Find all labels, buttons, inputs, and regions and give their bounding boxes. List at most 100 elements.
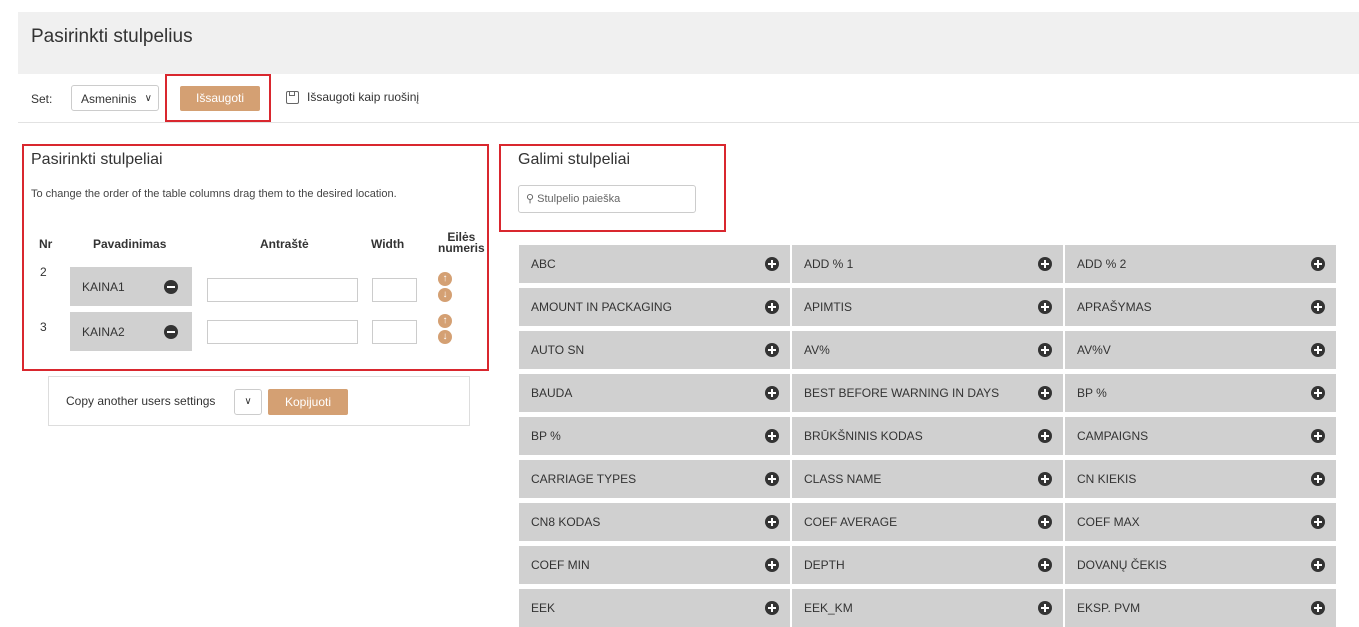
page-title: Pasirinkti stulpelius [31, 26, 193, 47]
available-column-label: EEK [531, 601, 556, 615]
available-column-chip[interactable]: AMOUNT IN PACKAGING [519, 288, 790, 326]
available-column-chip[interactable]: EKSP. PVM [1065, 589, 1336, 627]
available-column-chip[interactable]: BRŪKŠNINIS KODAS [792, 417, 1063, 455]
plus-circle-icon[interactable] [1038, 515, 1052, 529]
plus-circle-icon[interactable] [1038, 343, 1052, 357]
available-column-chip[interactable]: BP % [1065, 374, 1336, 412]
plus-circle-icon[interactable] [765, 300, 779, 314]
plus-circle-icon[interactable] [1311, 386, 1325, 400]
highlight-save [165, 74, 271, 122]
available-column-chip[interactable]: BAUDA [519, 374, 790, 412]
plus-circle-icon[interactable] [765, 515, 779, 529]
available-column-label: EEK_KM [804, 601, 853, 615]
available-column-label: BAUDA [531, 386, 573, 400]
column-width-input[interactable] [372, 320, 417, 344]
available-column-chip[interactable]: CARRIAGE TYPES [519, 460, 790, 498]
available-column-label: AMOUNT IN PACKAGING [531, 300, 672, 314]
selected-column-chip[interactable]: KAINA2 [70, 312, 192, 351]
set-select[interactable]: Asmeninis ∨ [71, 85, 159, 111]
plus-circle-icon[interactable] [765, 386, 779, 400]
arrow-up-circle-icon[interactable]: ↑ [438, 314, 452, 328]
plus-circle-icon[interactable] [765, 257, 779, 271]
column-title-input[interactable] [207, 320, 358, 344]
available-column-label: BEST BEFORE WARNING IN DAYS [804, 386, 1000, 400]
minus-circle-icon[interactable] [164, 280, 178, 294]
title-bar: Pasirinkti stulpelius [18, 12, 1359, 72]
plus-circle-icon[interactable] [1038, 472, 1052, 486]
plus-circle-icon[interactable] [1311, 429, 1325, 443]
plus-circle-icon[interactable] [1311, 472, 1325, 486]
available-column-chip[interactable]: COEF MAX [1065, 503, 1336, 541]
save-as-label: Išsaugoti kaip ruošinį [307, 90, 420, 104]
copy-settings-box: Copy another users settings ∨ Kopijuoti [48, 376, 470, 426]
available-column-chip[interactable]: AV% [792, 331, 1063, 369]
available-column-chip[interactable]: ADD % 2 [1065, 245, 1336, 283]
arrow-up-circle-icon[interactable]: ↑ [438, 272, 452, 286]
available-column-chip[interactable]: BEST BEFORE WARNING IN DAYS [792, 374, 1063, 412]
available-column-chip[interactable]: DEPTH [792, 546, 1063, 584]
available-column-chip[interactable]: COEF AVERAGE [792, 503, 1063, 541]
plus-circle-icon[interactable] [1311, 257, 1325, 271]
available-column-chip[interactable]: CN8 KODAS [519, 503, 790, 541]
available-column-chip[interactable]: CN KIEKIS [1065, 460, 1336, 498]
save-as-template-link[interactable]: Išsaugoti kaip ruošinį [286, 90, 419, 104]
plus-circle-icon[interactable] [765, 558, 779, 572]
column-width-input[interactable] [372, 278, 417, 302]
plus-circle-icon[interactable] [1311, 515, 1325, 529]
row-nr: 3 [40, 320, 47, 334]
plus-circle-icon[interactable] [1038, 257, 1052, 271]
available-column-chip[interactable]: APIMTIS [792, 288, 1063, 326]
header-order: Eilės numeris [438, 231, 485, 255]
plus-circle-icon[interactable] [1038, 429, 1052, 443]
plus-circle-icon[interactable] [1311, 300, 1325, 314]
plus-circle-icon[interactable] [1311, 601, 1325, 615]
available-column-label: BRŪKŠNINIS KODAS [804, 429, 923, 443]
available-column-label: AUTO SN [531, 343, 585, 357]
available-column-label: CN KIEKIS [1077, 472, 1137, 486]
available-column-label: DEPTH [804, 558, 845, 572]
row-nr: 2 [40, 265, 47, 279]
plus-circle-icon[interactable] [1311, 343, 1325, 357]
plus-circle-icon[interactable] [1038, 300, 1052, 314]
copy-button[interactable]: Kopijuoti [268, 389, 348, 415]
selected-column-name: KAINA2 [82, 325, 125, 339]
available-column-label: CLASS NAME [804, 472, 882, 486]
available-column-chip[interactable]: DOVANŲ ČEKIS [1065, 546, 1336, 584]
available-column-chip[interactable]: CAMPAIGNS [1065, 417, 1336, 455]
plus-circle-icon[interactable] [765, 343, 779, 357]
available-column-chip[interactable]: BP % [519, 417, 790, 455]
plus-circle-icon[interactable] [1038, 601, 1052, 615]
selected-columns-title: Pasirinkti stulpeliai [31, 151, 163, 168]
plus-circle-icon[interactable] [1038, 558, 1052, 572]
available-column-chip[interactable]: ADD % 1 [792, 245, 1063, 283]
plus-circle-icon[interactable] [765, 472, 779, 486]
copy-settings-label: Copy another users settings [66, 394, 216, 408]
available-column-chip[interactable]: CLASS NAME [792, 460, 1063, 498]
available-column-label: APIMTIS [804, 300, 853, 314]
available-column-label: CN8 KODAS [531, 515, 601, 529]
plus-circle-icon[interactable] [1038, 386, 1052, 400]
header-order-line2: numeris [438, 241, 485, 255]
available-column-chip[interactable]: EEK [519, 589, 790, 627]
available-column-chip[interactable]: EEK_KM [792, 589, 1063, 627]
available-column-label: ADD % 2 [1077, 257, 1127, 271]
arrow-down-circle-icon[interactable]: ↓ [438, 330, 452, 344]
available-column-chip[interactable]: ABC [519, 245, 790, 283]
selected-column-chip[interactable]: KAINA1 [70, 267, 192, 306]
set-select-value: Asmeninis [81, 92, 137, 106]
available-column-chip[interactable]: AUTO SN [519, 331, 790, 369]
available-column-chip[interactable]: APRAŠYMAS [1065, 288, 1336, 326]
arrow-down-circle-icon[interactable]: ↓ [438, 288, 452, 302]
column-title-input[interactable] [207, 278, 358, 302]
available-column-label: COEF MAX [1077, 515, 1140, 529]
header-nr: Nr [39, 237, 53, 251]
column-search-input[interactable]: ⚲ Stulpelio paieška [518, 185, 696, 213]
copy-user-select[interactable]: ∨ [234, 389, 262, 415]
available-column-label: COEF MIN [531, 558, 590, 572]
plus-circle-icon[interactable] [765, 429, 779, 443]
available-column-chip[interactable]: COEF MIN [519, 546, 790, 584]
minus-circle-icon[interactable] [164, 325, 178, 339]
plus-circle-icon[interactable] [765, 601, 779, 615]
plus-circle-icon[interactable] [1311, 558, 1325, 572]
available-column-chip[interactable]: AV%V [1065, 331, 1336, 369]
